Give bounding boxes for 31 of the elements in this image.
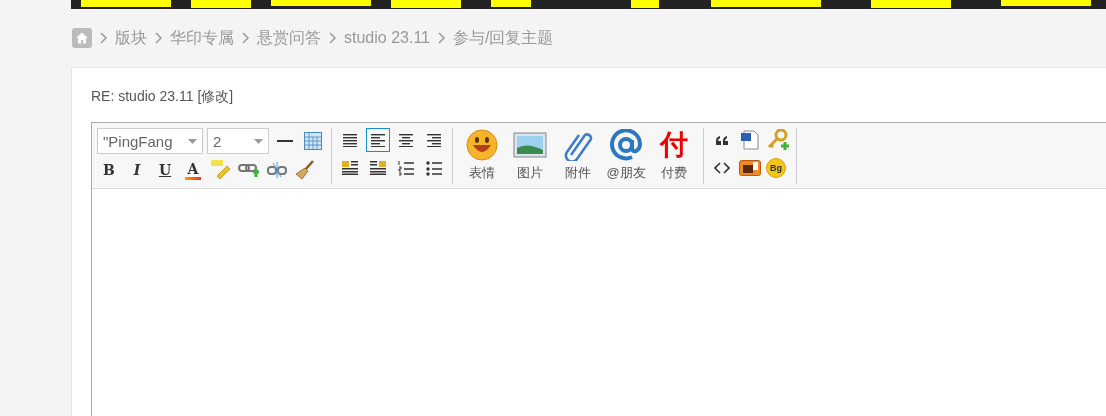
chevron-icon [329,32,336,44]
post-title: RE: studio 23.11 [91,88,194,106]
bold-button[interactable]: B [97,158,121,182]
caret-icon [254,138,263,144]
align-icon [371,133,385,147]
align-icon [427,133,441,147]
align-icon [343,133,357,147]
size-select[interactable]: 2 [207,128,269,154]
image-button[interactable]: 图片 [507,128,553,184]
font-select[interactable]: "PingFang [97,128,203,154]
edit-link[interactable]: [修改] [197,88,234,122]
align-left-button[interactable] [366,128,390,152]
smiley-button[interactable]: 表情 [459,128,505,184]
align-icon [399,133,413,147]
background-button[interactable]: Bg [766,158,786,178]
italic-button[interactable]: I [125,158,149,182]
chevron-icon [100,32,107,44]
image-icon [513,132,547,158]
underline-button[interactable]: U [153,158,177,182]
broom-icon[interactable] [293,158,317,182]
chevron-icon [155,32,162,44]
at-sign-icon [610,129,642,161]
caret-icon [188,138,197,144]
smiley-icon [466,129,498,161]
chevron-icon [438,32,445,44]
attach-button[interactable]: 附件 [555,128,601,184]
glyph-button[interactable]: 付 付费 [651,128,697,184]
at-button[interactable]: @朋友 [603,128,649,184]
chevron-icon [242,32,249,44]
document-icon[interactable] [738,128,762,152]
color-button[interactable]: A [181,158,205,182]
